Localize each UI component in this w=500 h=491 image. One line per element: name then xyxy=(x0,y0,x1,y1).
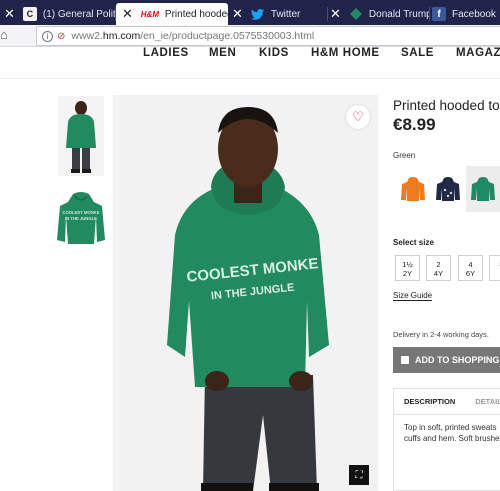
description-line: cuffs and hem. Soft brushe xyxy=(404,434,500,443)
site-nav: LADIES MEN KIDS H&M HOME SALE MAGAZI xyxy=(0,47,500,79)
description-line: Top in soft, printed sweats xyxy=(404,423,497,432)
select-size-label: Select size xyxy=(393,238,434,247)
size-bottom: 4Y xyxy=(433,269,444,278)
tab-separator xyxy=(327,7,328,21)
address-bar: ⌂ i ⊘ www2.hm.com/en_ie/productpage.0575… xyxy=(0,25,500,47)
product-price: €8.99 xyxy=(393,115,436,134)
nav-item-men[interactable]: MEN xyxy=(209,47,236,59)
model-thumbnail-image xyxy=(66,101,96,173)
expand-icon[interactable]: ⛶ xyxy=(349,465,369,485)
size-option-3[interactable]: 4 6Y xyxy=(458,255,483,281)
product-title: Printed hooded to xyxy=(393,98,500,113)
thumbnail-print-line2: IN THE JUNGLE xyxy=(65,216,97,221)
delivery-info: Delivery in 2-4 working days. xyxy=(393,330,489,339)
flag-icon xyxy=(349,7,363,21)
tab-details[interactable]: DETAIL xyxy=(475,397,500,406)
thumbnail-hoodie[interactable]: COOLEST MONKE IN THE JUNGLE xyxy=(56,190,106,246)
model-photo: COOLEST MONKE IN THE JUNGLE xyxy=(113,95,378,491)
add-to-bag-button[interactable]: ADD TO SHOPPING xyxy=(393,347,500,373)
swatch-green[interactable] xyxy=(466,166,500,212)
hoodie-thumbnail-image: COOLEST MONKE IN THE JUNGLE xyxy=(57,192,105,244)
tab-separator xyxy=(429,7,430,21)
url-field[interactable]: i ⊘ www2.hm.com/en_ie/productpage.057553… xyxy=(36,26,500,46)
tab-label: (1) General Politi xyxy=(42,8,116,20)
swatch-navy[interactable] xyxy=(431,166,465,212)
insecure-lock-icon[interactable]: ⊘ xyxy=(57,31,65,42)
add-to-bag-label: ADD TO SHOPPING xyxy=(415,355,500,365)
size-guide-link[interactable]: Size Guide xyxy=(393,291,433,301)
browser-tab-strip: ✕ C (1) General Politi ✕ H&M Printed hoo… xyxy=(0,0,500,25)
close-tab-icon[interactable]: ✕ xyxy=(330,6,341,22)
tab-facebook[interactable]: f Facebook xyxy=(432,3,500,25)
favicon-c-icon: C xyxy=(22,7,37,21)
thumbnail-model[interactable] xyxy=(58,96,104,176)
heart-icon[interactable]: ♡ xyxy=(346,105,370,129)
size-top: 1½ xyxy=(402,260,413,269)
description-tabs: DESCRIPTION DETAIL xyxy=(394,389,500,415)
tab-label: Printed hooded t xyxy=(164,8,228,20)
size-bottom: 2Y xyxy=(402,269,413,278)
size-top: 2 xyxy=(436,260,441,269)
description-panel: DESCRIPTION DETAIL Top in soft, printed … xyxy=(393,388,500,491)
color-name: Green xyxy=(393,151,416,160)
close-tab-icon[interactable]: ✕ xyxy=(122,6,133,22)
tab-label: Donald Trump t xyxy=(368,8,430,20)
tab-donald-trump[interactable]: ✕ Donald Trump t xyxy=(330,3,430,25)
info-icon[interactable]: i xyxy=(42,30,53,42)
home-icon[interactable]: ⌂ xyxy=(0,27,8,42)
swatch-orange[interactable] xyxy=(396,166,430,212)
nav-item-hm-home[interactable]: H&M HOME xyxy=(311,47,380,59)
bag-icon xyxy=(401,356,409,364)
navy-hoodie-icon xyxy=(436,177,460,201)
main-product-image[interactable]: COOLEST MONKE IN THE JUNGLE xyxy=(113,95,378,491)
tab-label: Twitter xyxy=(270,8,301,20)
close-tab-icon[interactable]: ✕ xyxy=(4,6,15,22)
size-option-4[interactable]: 8 xyxy=(489,255,500,281)
url-text: www2.hm.com/en_ie/productpage.0575530003… xyxy=(71,30,315,42)
size-bottom: 6Y xyxy=(465,269,476,278)
tab-hm-product[interactable]: ✕ H&M Printed hooded t xyxy=(116,3,228,25)
facebook-icon: f xyxy=(432,7,446,21)
tab-description[interactable]: DESCRIPTION xyxy=(404,397,455,406)
orange-hoodie-icon xyxy=(401,177,425,201)
hm-logo-icon: H&M xyxy=(140,9,160,19)
size-top: 4 xyxy=(468,260,473,269)
twitter-icon xyxy=(251,7,265,21)
tab-twitter[interactable]: ✕ Twitter xyxy=(228,3,328,25)
description-text: Top in soft, printed sweats cuffs and he… xyxy=(394,415,500,444)
thumbnail-print-line1: COOLEST MONKE xyxy=(63,210,100,215)
nav-item-sale[interactable]: SALE xyxy=(401,47,434,59)
nav-item-ladies[interactable]: LADIES xyxy=(143,47,189,59)
tab-label: Facebook xyxy=(452,8,496,20)
size-option-2[interactable]: 2 4Y xyxy=(426,255,451,281)
nav-item-magazine[interactable]: MAGAZI xyxy=(456,47,500,59)
nav-item-kids[interactable]: KIDS xyxy=(259,47,289,59)
size-option-1[interactable]: 1½ 2Y xyxy=(395,255,420,281)
size-bottom: 8 xyxy=(490,260,500,269)
tab-general-politics[interactable]: ✕ C (1) General Politi xyxy=(4,3,116,25)
green-hoodie-icon xyxy=(471,177,495,201)
close-tab-icon[interactable]: ✕ xyxy=(232,6,243,22)
